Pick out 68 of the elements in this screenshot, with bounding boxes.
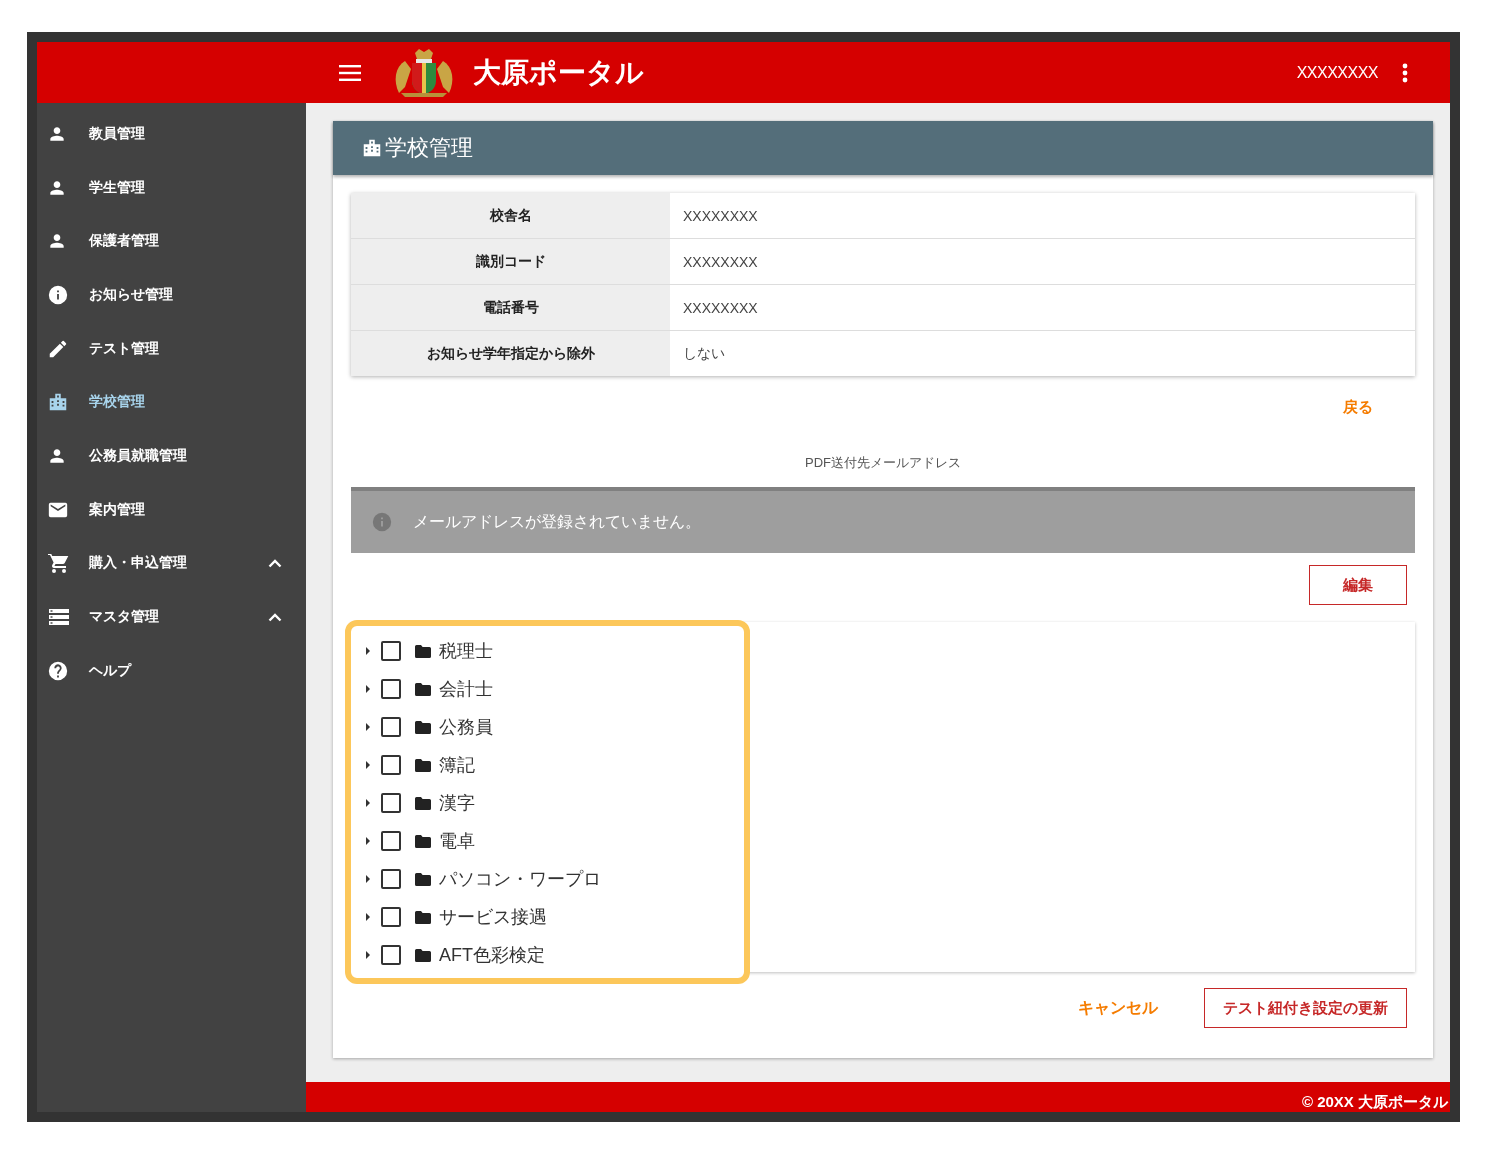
folder-icon bbox=[415, 834, 431, 848]
tree-item-label[interactable]: AFT色彩検定 bbox=[439, 943, 545, 967]
table-header-cell: 識別コード bbox=[351, 239, 670, 284]
caret-right-icon[interactable] bbox=[365, 685, 371, 693]
tree-item-label[interactable]: 会計士 bbox=[439, 677, 493, 701]
caret-right-icon[interactable] bbox=[365, 723, 371, 731]
caret-right-icon[interactable] bbox=[365, 761, 371, 769]
sidebar-item[interactable]: テスト管理 bbox=[37, 321, 306, 376]
sidebar-item[interactable]: お知らせ管理 bbox=[37, 268, 306, 322]
checkbox[interactable] bbox=[381, 945, 401, 965]
copyright-text: © 20XX 大原ポータル bbox=[1301, 1093, 1448, 1112]
notice-text: メールアドレスが登録されていません。 bbox=[413, 511, 701, 532]
table-header-cell: お知らせ学年指定から除外 bbox=[351, 331, 670, 376]
sidebar-item[interactable]: 保護者管理 bbox=[37, 214, 306, 269]
tree-item-label[interactable]: 税理士 bbox=[439, 639, 493, 663]
checkbox[interactable] bbox=[381, 755, 401, 775]
update-button[interactable]: テスト紐付き設定の更新 bbox=[1204, 988, 1407, 1028]
table-cell-text: XXXXXXXX bbox=[682, 206, 759, 226]
sidebar-item[interactable]: 案内管理 bbox=[37, 482, 306, 537]
cart-icon bbox=[47, 551, 71, 576]
folder-icon bbox=[415, 758, 431, 772]
tree-item-label[interactable]: パソコン・ワープロ bbox=[439, 867, 601, 891]
caret-right-icon[interactable] bbox=[365, 799, 371, 807]
edit-button[interactable]: 編集 bbox=[1309, 565, 1407, 605]
checkbox[interactable] bbox=[381, 831, 401, 851]
portal-title: 大原ポータル bbox=[473, 55, 644, 90]
caret-right-icon[interactable] bbox=[365, 951, 371, 959]
checkbox[interactable] bbox=[381, 793, 401, 813]
tree-item-label[interactable]: 公務員 bbox=[439, 715, 493, 739]
sidebar-item[interactable]: 公務員就職管理 bbox=[37, 429, 306, 483]
tree-item-label[interactable]: 簿記 bbox=[439, 753, 475, 777]
section-label: PDF送付先メールアドレス bbox=[804, 454, 962, 472]
folder-icon bbox=[415, 948, 431, 962]
checkbox[interactable] bbox=[381, 717, 401, 737]
folder-icon bbox=[415, 796, 431, 810]
table-cell-text: XXXXXXXX bbox=[682, 252, 759, 272]
checkbox[interactable] bbox=[381, 869, 401, 889]
sidebar-item[interactable]: 教員管理 bbox=[37, 107, 306, 161]
checkbox[interactable] bbox=[381, 641, 401, 661]
table-header-cell: 校舎名 bbox=[351, 193, 670, 238]
user-name: XXXXXXXX bbox=[1296, 63, 1378, 82]
sidebar-item[interactable]: 学生管理 bbox=[37, 160, 306, 215]
folder-icon bbox=[415, 682, 431, 696]
folder-icon bbox=[415, 872, 431, 886]
folder-icon bbox=[415, 720, 431, 734]
caret-right-icon[interactable] bbox=[365, 875, 371, 883]
table-cell-text: XXXXXXXX bbox=[682, 298, 759, 318]
help-icon bbox=[47, 659, 69, 682]
tree-item-label[interactable]: 電卓 bbox=[439, 829, 475, 853]
page-title: 学校管理 bbox=[385, 134, 473, 162]
info-icon bbox=[371, 511, 393, 533]
checkbox[interactable] bbox=[381, 679, 401, 699]
building-icon bbox=[361, 137, 383, 159]
folder-icon bbox=[415, 910, 431, 924]
table-cell-text: しない bbox=[682, 343, 726, 363]
sidebar-item[interactable]: 学校管理 bbox=[37, 375, 306, 430]
checkbox[interactable] bbox=[381, 907, 401, 927]
table-header-cell: 電話番号 bbox=[351, 285, 670, 330]
caret-right-icon[interactable] bbox=[365, 647, 371, 655]
tree-item-label[interactable]: 漢字 bbox=[439, 791, 475, 815]
caret-right-icon[interactable] bbox=[365, 837, 371, 845]
sidebar-item[interactable]: 購入・申込管理 bbox=[37, 536, 306, 591]
info-icon bbox=[47, 283, 69, 306]
folder-icon bbox=[415, 644, 431, 658]
sidebar-item[interactable]: マスタ管理 bbox=[37, 590, 306, 644]
sidebar-item[interactable]: ヘルプ bbox=[37, 643, 306, 698]
caret-right-icon[interactable] bbox=[365, 913, 371, 921]
tree-item-label[interactable]: サービス接遇 bbox=[439, 905, 547, 929]
